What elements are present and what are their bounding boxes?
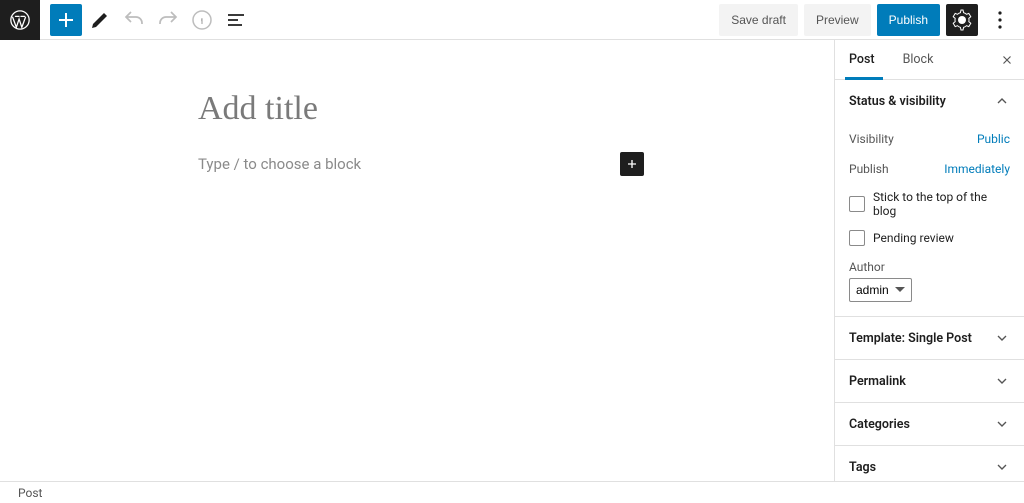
block-placeholder-text[interactable]: Type / to choose a block — [198, 155, 361, 173]
pencil-icon — [88, 8, 112, 32]
info-button[interactable] — [186, 4, 218, 36]
top-toolbar: Save draft Preview Publish — [0, 0, 1024, 40]
plus-icon — [624, 156, 640, 172]
publish-button[interactable]: Publish — [877, 4, 940, 36]
outline-icon — [224, 8, 248, 32]
redo-icon — [156, 8, 180, 32]
undo-button[interactable] — [118, 4, 150, 36]
settings-button[interactable] — [946, 4, 978, 36]
stick-top-label: Stick to the top of the blog — [873, 190, 1010, 218]
preview-button[interactable]: Preview — [804, 4, 871, 36]
undo-icon — [122, 8, 146, 32]
status-bar: Post — [0, 481, 1024, 503]
close-sidebar-button[interactable] — [990, 53, 1024, 67]
plus-icon — [54, 8, 78, 32]
visibility-row: Visibility Public — [849, 124, 1010, 154]
panel-header-status[interactable]: Status & visibility — [835, 80, 1024, 122]
breadcrumb[interactable]: Post — [18, 486, 42, 500]
info-icon — [190, 8, 214, 32]
toolbar-right: Save draft Preview Publish — [719, 4, 1024, 36]
inline-add-block-button[interactable] — [620, 152, 644, 176]
pending-review-label: Pending review — [873, 231, 954, 245]
panel-permalink: Permalink — [835, 360, 1024, 403]
post-title-input[interactable] — [198, 90, 644, 128]
wordpress-icon — [9, 9, 31, 31]
pending-review-checkbox[interactable] — [849, 230, 865, 246]
author-label: Author — [849, 252, 1010, 278]
panel-header-categories[interactable]: Categories — [835, 403, 1024, 445]
settings-sidebar: Post Block Status & visibility Visibilit… — [834, 40, 1024, 481]
publish-row: Publish Immediately — [849, 154, 1010, 184]
close-icon — [1000, 53, 1014, 67]
panel-title: Categories — [849, 417, 910, 432]
gear-icon — [950, 8, 974, 32]
author-select[interactable]: admin — [849, 278, 912, 302]
main-area: Type / to choose a block Post Block Stat… — [0, 40, 1024, 481]
stick-top-row: Stick to the top of the blog — [849, 184, 1010, 224]
panel-categories: Categories — [835, 403, 1024, 446]
edit-mode-button[interactable] — [84, 4, 116, 36]
panel-header-permalink[interactable]: Permalink — [835, 360, 1024, 402]
panel-body-status: Visibility Public Publish Immediately St… — [835, 122, 1024, 316]
add-block-button[interactable] — [50, 4, 82, 36]
pending-review-row: Pending review — [849, 224, 1010, 252]
panel-title: Tags — [849, 460, 876, 475]
outline-button[interactable] — [220, 4, 252, 36]
visibility-value-link[interactable]: Public — [977, 132, 1010, 146]
save-draft-button[interactable]: Save draft — [719, 4, 798, 36]
sidebar-tabs: Post Block — [835, 40, 1024, 80]
publish-label: Publish — [849, 162, 889, 176]
panel-status-visibility: Status & visibility Visibility Public Pu… — [835, 80, 1024, 317]
chevron-down-icon — [994, 416, 1010, 432]
publish-value-link[interactable]: Immediately — [944, 162, 1010, 176]
panel-title: Permalink — [849, 374, 906, 389]
more-options-button[interactable] — [984, 4, 1016, 36]
tab-post[interactable]: Post — [835, 40, 889, 79]
visibility-label: Visibility — [849, 132, 894, 146]
panel-header-tags[interactable]: Tags — [835, 446, 1024, 481]
wordpress-logo[interactable] — [0, 0, 40, 40]
panel-template: Template: Single Post — [835, 317, 1024, 360]
panel-tags: Tags — [835, 446, 1024, 481]
default-block-row: Type / to choose a block — [198, 152, 644, 176]
chevron-down-icon — [994, 459, 1010, 475]
chevron-up-icon — [994, 93, 1010, 109]
tab-block[interactable]: Block — [889, 40, 948, 79]
panel-title: Status & visibility — [849, 94, 946, 109]
chevron-down-icon — [994, 373, 1010, 389]
panel-title: Template: Single Post — [849, 331, 972, 346]
panel-header-template[interactable]: Template: Single Post — [835, 317, 1024, 359]
toolbar-left — [40, 4, 252, 36]
editor-canvas: Type / to choose a block — [0, 40, 834, 481]
chevron-down-icon — [994, 330, 1010, 346]
stick-top-checkbox[interactable] — [849, 196, 865, 212]
kebab-icon — [988, 8, 1012, 32]
redo-button[interactable] — [152, 4, 184, 36]
